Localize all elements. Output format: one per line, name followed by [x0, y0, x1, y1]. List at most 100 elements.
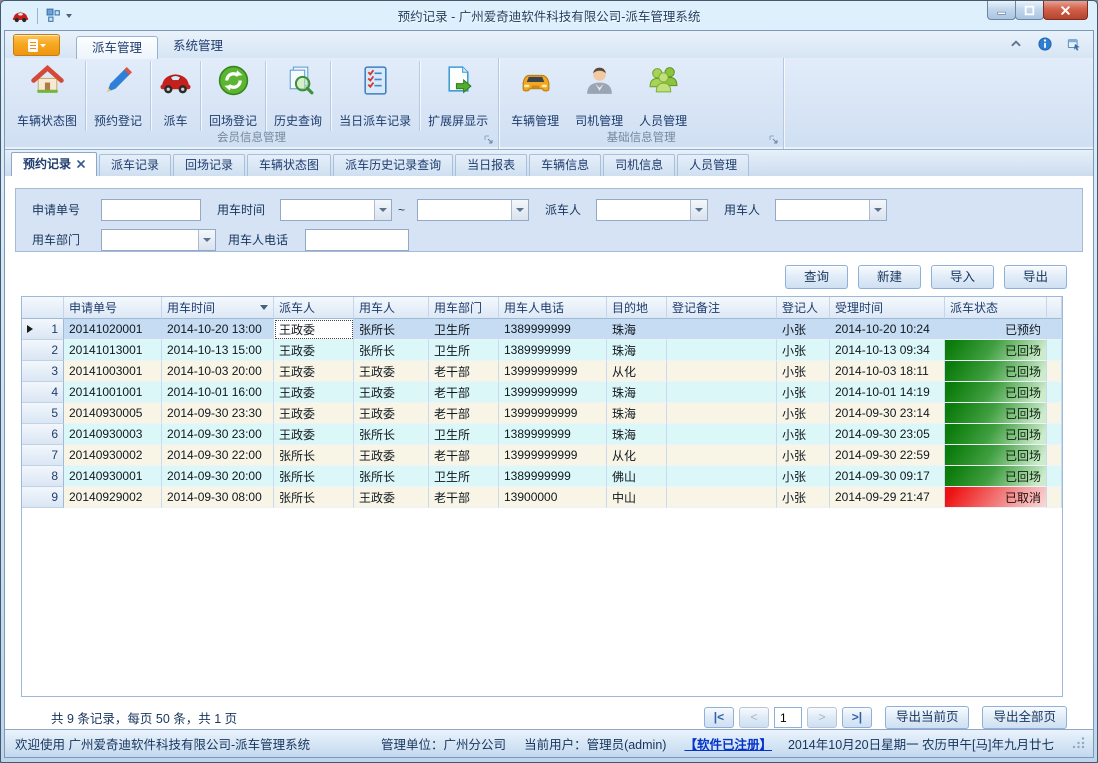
cell-num[interactable]: 7	[22, 445, 64, 466]
cell-use_time[interactable]: 2014-10-20 13:00	[162, 319, 274, 340]
cell-accepted[interactable]: 2014-10-20 10:24	[830, 319, 945, 340]
cell-registrar[interactable]: 小张	[777, 487, 830, 508]
cell-status[interactable]: 已回场	[945, 403, 1047, 424]
cell-dispatcher[interactable]: 张所长	[274, 445, 354, 466]
vehicle-status-chart-button[interactable]: 车辆状态图	[9, 61, 86, 131]
close-button[interactable]	[1043, 1, 1088, 20]
skin-style-icon[interactable]	[1067, 37, 1081, 56]
cell-dispatcher[interactable]: 王政委	[274, 403, 354, 424]
cell-num[interactable]: 5	[22, 403, 64, 424]
cell-dept[interactable]: 老干部	[429, 445, 499, 466]
dialog-launcher-icon[interactable]	[769, 135, 779, 145]
cell-registrar[interactable]: 小张	[777, 466, 830, 487]
cell-num[interactable]: 1	[22, 319, 64, 340]
cell-status[interactable]: 已回场	[945, 361, 1047, 382]
use-time-from-select[interactable]	[280, 199, 392, 221]
cell-dest[interactable]: 佛山	[607, 466, 667, 487]
cell-phone[interactable]: 13900000	[499, 487, 607, 508]
cell-dept[interactable]: 卫生所	[429, 319, 499, 340]
cell-status[interactable]: 已回场	[945, 445, 1047, 466]
return-register-button[interactable]: 回场登记	[201, 61, 266, 131]
cell-filler[interactable]	[1047, 361, 1062, 382]
cell-phone[interactable]: 13999999999	[499, 382, 607, 403]
dropdown-arrow-icon[interactable]	[374, 200, 391, 220]
tab-personnel-management[interactable]: 人员管理	[677, 154, 749, 176]
cell-order_no[interactable]: 20140930003	[64, 424, 162, 445]
table-row[interactable]: 4201410010012014-10-01 16:00王政委王政委老干部139…	[22, 382, 1062, 403]
import-button[interactable]: 导入	[931, 265, 994, 289]
vehicle-management-button[interactable]: 车辆管理	[503, 61, 567, 131]
cell-use_time[interactable]: 2014-09-30 08:00	[162, 487, 274, 508]
cell-accepted[interactable]: 2014-09-30 09:17	[830, 466, 945, 487]
use-dept-select[interactable]	[101, 229, 216, 251]
page-number-input[interactable]	[774, 707, 802, 728]
minimize-button[interactable]	[987, 1, 1016, 20]
column-header-use_time[interactable]: 用车时间	[162, 297, 274, 319]
cell-order_no[interactable]: 20141013001	[64, 340, 162, 361]
dropdown-arrow-icon[interactable]	[511, 200, 528, 220]
personnel-management-button[interactable]: 人员管理	[631, 61, 695, 131]
table-row[interactable]: 9201409290022014-09-30 08:00张所长王政委老干部139…	[22, 487, 1062, 508]
table-row[interactable]: 8201409300012014-09-30 20:00张所长张所长卫生所138…	[22, 466, 1062, 487]
table-row[interactable]: 7201409300022014-09-30 22:00张所长王政委老干部139…	[22, 445, 1062, 466]
tab-dispatch-history-query[interactable]: 派车历史记录查询	[333, 154, 453, 176]
cell-dept[interactable]: 卫生所	[429, 424, 499, 445]
cell-registrar[interactable]: 小张	[777, 382, 830, 403]
cell-registrar[interactable]: 小张	[777, 424, 830, 445]
filter-dropdown-icon[interactable]	[260, 305, 268, 310]
collapse-ribbon-chevron-icon[interactable]	[1009, 37, 1023, 56]
cell-filler[interactable]	[1047, 340, 1062, 361]
dropdown-arrow-icon[interactable]	[869, 200, 886, 220]
ribbon-tab-dispatch-management[interactable]: 派车管理	[76, 36, 158, 59]
table-row[interactable]: 1201410200012014-10-20 13:00王政委张所长卫生所138…	[22, 319, 1062, 340]
cell-dest[interactable]: 从化	[607, 445, 667, 466]
cell-num[interactable]: 8	[22, 466, 64, 487]
cell-phone[interactable]: 1389999999	[499, 319, 607, 340]
cell-note[interactable]	[667, 487, 777, 508]
column-header-num[interactable]	[22, 297, 64, 319]
new-button[interactable]: 新建	[858, 265, 921, 289]
cell-use_time[interactable]: 2014-10-01 16:00	[162, 382, 274, 403]
ribbon-tab-system-management[interactable]: 系统管理	[158, 35, 238, 58]
close-tab-icon[interactable]	[77, 154, 85, 175]
cell-accepted[interactable]: 2014-10-01 14:19	[830, 382, 945, 403]
cell-status[interactable]: 已取消	[945, 487, 1047, 508]
cell-status[interactable]: 已回场	[945, 340, 1047, 361]
cell-accepted[interactable]: 2014-10-03 18:11	[830, 361, 945, 382]
cell-accepted[interactable]: 2014-09-29 21:47	[830, 487, 945, 508]
cell-registrar[interactable]: 小张	[777, 319, 830, 340]
cell-note[interactable]	[667, 319, 777, 340]
maximize-button[interactable]	[1015, 1, 1044, 20]
cell-registrar[interactable]: 小张	[777, 340, 830, 361]
cell-note[interactable]	[667, 340, 777, 361]
cell-user[interactable]: 张所长	[354, 466, 429, 487]
cell-dispatcher[interactable]: 王政委	[274, 319, 354, 340]
dropdown-arrow-icon[interactable]	[690, 200, 707, 220]
cell-dest[interactable]: 珠海	[607, 382, 667, 403]
cell-dept[interactable]: 老干部	[429, 361, 499, 382]
extended-screen-button[interactable]: 扩展屏显示	[420, 61, 496, 131]
table-row[interactable]: 5201409300052014-09-30 23:30王政委王政委老干部139…	[22, 403, 1062, 424]
query-button[interactable]: 查询	[785, 265, 848, 289]
cell-num[interactable]: 2	[22, 340, 64, 361]
cell-note[interactable]	[667, 382, 777, 403]
export-current-page-button[interactable]: 导出当前页	[885, 706, 970, 729]
tab-vehicle-status-chart[interactable]: 车辆状态图	[247, 154, 331, 176]
cell-phone[interactable]: 13999999999	[499, 403, 607, 424]
cell-num[interactable]: 9	[22, 487, 64, 508]
column-header-dept[interactable]: 用车部门	[429, 297, 499, 319]
first-page-button[interactable]: |<	[704, 707, 734, 728]
cell-dest[interactable]: 珠海	[607, 319, 667, 340]
cell-accepted[interactable]: 2014-10-13 09:34	[830, 340, 945, 361]
cell-phone[interactable]: 13999999999	[499, 361, 607, 382]
cell-filler[interactable]	[1047, 466, 1062, 487]
column-header-phone[interactable]: 用车人电话	[499, 297, 607, 319]
cell-order_no[interactable]: 20140930001	[64, 466, 162, 487]
tab-return-records[interactable]: 回场记录	[173, 154, 245, 176]
table-row[interactable]: 2201410130012014-10-13 15:00王政委张所长卫生所138…	[22, 340, 1062, 361]
cell-dept[interactable]: 老干部	[429, 382, 499, 403]
use-time-to-select[interactable]	[417, 199, 529, 221]
cell-order_no[interactable]: 20141003001	[64, 361, 162, 382]
tab-daily-report[interactable]: 当日报表	[455, 154, 527, 176]
cell-accepted[interactable]: 2014-09-30 23:14	[830, 403, 945, 424]
